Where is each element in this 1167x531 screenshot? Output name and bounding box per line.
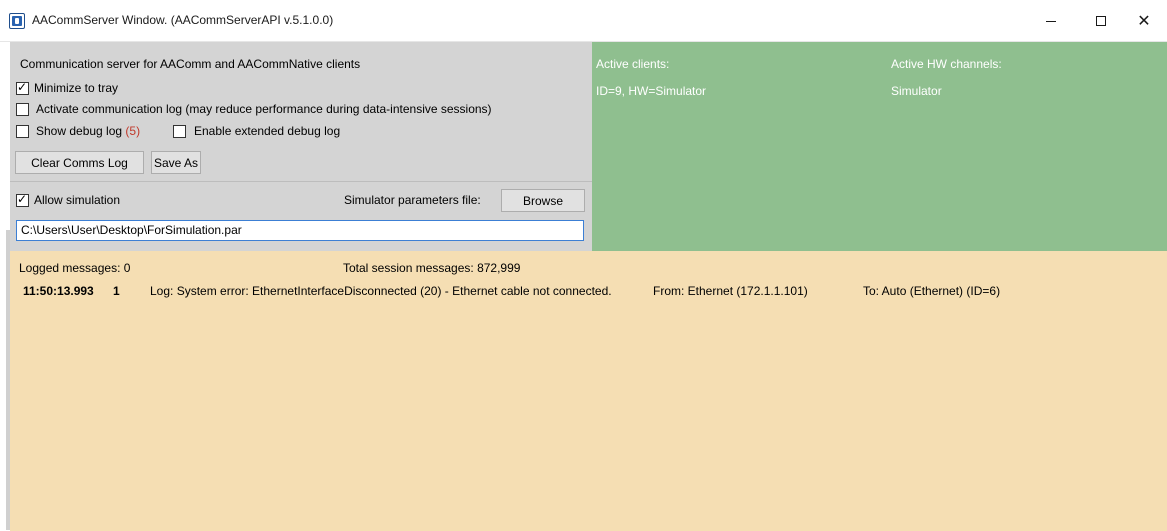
log-panel[interactable]: Logged messages: 0 Total session message… (10, 251, 1167, 531)
minimize-to-tray-checkbox[interactable] (16, 80, 29, 95)
show-debug-log-text: Show debug log (36, 124, 123, 138)
log-entry-time: 11:50:13.993 (23, 284, 94, 298)
activate-comm-log-checkbox[interactable] (16, 103, 29, 116)
extended-debug-log-label[interactable]: Enable extended debug log (194, 124, 340, 138)
settings-panel: Communication server for AAComm and AACo… (10, 42, 592, 251)
close-button[interactable]: ✕ (1121, 0, 1167, 42)
show-debug-log-checkbox[interactable] (16, 125, 29, 138)
allow-simulation-label[interactable]: Allow simulation (34, 193, 120, 207)
maximize-icon (1096, 16, 1106, 26)
window-left-edge (0, 42, 10, 531)
logged-messages-count: Logged messages: 0 (19, 261, 131, 275)
close-icon: ✕ (1137, 11, 1151, 30)
activate-comm-log-label[interactable]: Activate communication log (may reduce p… (36, 102, 492, 116)
active-hw-channel-item: Simulator (891, 84, 942, 98)
simulator-params-file-input[interactable]: C:\Users\User\Desktop\ForSimulation.par (16, 220, 584, 241)
clear-comms-log-button[interactable]: Clear Comms Log (15, 151, 144, 174)
active-client-item: ID=9, HW=Simulator (596, 84, 707, 98)
simulator-params-file-label: Simulator parameters file: (344, 193, 481, 207)
settings-heading: Communication server for AAComm and AACo… (20, 57, 361, 71)
allow-simulation-checkbox[interactable] (16, 192, 29, 207)
browse-button[interactable]: Browse (501, 189, 585, 212)
log-entry-count: 1 (113, 284, 120, 298)
title-bar[interactable]: AACommServer Window. (AACommServerAPI v.… (0, 0, 1167, 42)
show-debug-log-label[interactable]: Show debug log (5) (36, 124, 140, 138)
extended-debug-log-checkbox[interactable] (173, 125, 186, 138)
window-title: AACommServer Window. (AACommServerAPI v.… (32, 13, 334, 27)
log-entry-to: To: Auto (Ethernet) (ID=6) (863, 284, 1001, 298)
active-hw-channels-header: Active HW channels: (891, 57, 1002, 71)
total-session-messages: Total session messages: 872,999 (343, 261, 521, 275)
debug-log-count: (5) (125, 124, 141, 138)
log-entry-from: From: Ethernet (172.1.1.101) (653, 284, 808, 298)
save-as-button[interactable]: Save As (151, 151, 201, 174)
status-panel: Active clients: Active HW channels: ID=9… (592, 42, 1167, 251)
minimize-to-tray-label[interactable]: Minimize to tray (34, 81, 118, 95)
minimize-icon (1046, 21, 1056, 22)
minimize-button[interactable] (1028, 0, 1074, 42)
app-icon (9, 13, 25, 29)
log-entry-message: Log: System error: EthernetInterfaceDisc… (150, 284, 612, 298)
maximize-button[interactable] (1078, 0, 1124, 42)
section-divider (10, 181, 592, 182)
active-clients-header: Active clients: (596, 57, 670, 71)
